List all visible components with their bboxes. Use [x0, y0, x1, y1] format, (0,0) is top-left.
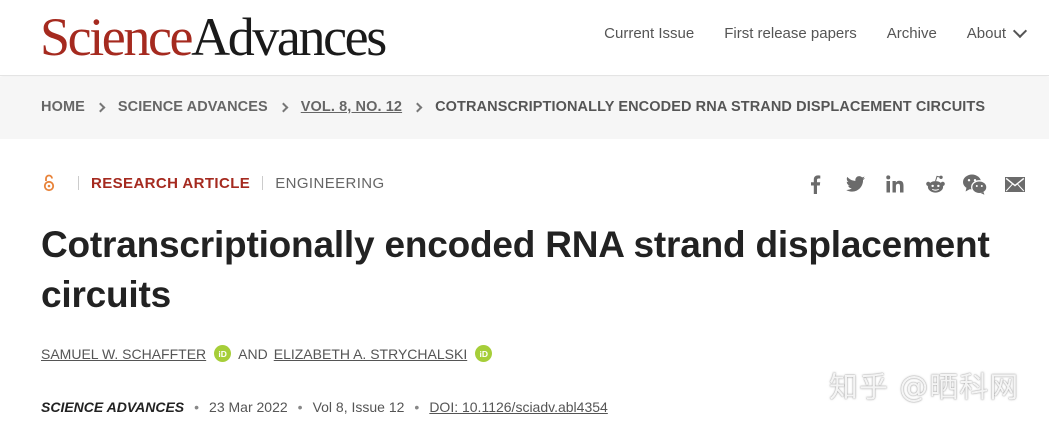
orcid-icon[interactable]: iD: [214, 345, 232, 362]
article-meta: RESEARCH ARTICLE ENGINEERING: [42, 174, 385, 192]
author-link[interactable]: SAMUEL W. SCHAFFTER: [41, 346, 206, 362]
separator-dot: •: [297, 399, 303, 415]
email-icon[interactable]: [995, 172, 1035, 196]
author-conjunction: AND: [238, 345, 268, 362]
wechat-icon[interactable]: [955, 172, 995, 196]
chevron-right-icon: [412, 102, 423, 112]
main-nav: Current Issue First release papers Archi…: [604, 23, 1028, 42]
breadcrumb-home[interactable]: HOME: [41, 99, 85, 115]
author-link[interactable]: ELIZABETH A. STRYCHALSKI: [274, 346, 467, 362]
volume-issue: Vol 8, Issue 12: [312, 399, 405, 415]
chevron-right-icon: [278, 102, 289, 112]
twitter-icon[interactable]: [835, 172, 875, 196]
open-access-icon: [43, 174, 55, 192]
share-toolbar: [795, 172, 1035, 196]
journal-name: SCIENCE ADVANCES: [41, 399, 185, 415]
logo-advances-text: Advances: [191, 7, 387, 67]
nav-archive[interactable]: Archive: [887, 25, 937, 42]
meta-divider: [262, 176, 264, 190]
orcid-icon[interactable]: iD: [475, 345, 493, 362]
article-subject[interactable]: ENGINEERING: [275, 175, 384, 192]
nav-about[interactable]: About: [966, 23, 1028, 42]
breadcrumb-band: HOME SCIENCE ADVANCES VOL. 8, NO. 12 COT…: [0, 77, 1049, 139]
publication-date: 23 Mar 2022: [209, 399, 288, 415]
separator-dot: •: [414, 399, 420, 415]
chevron-right-icon: [95, 102, 106, 112]
doi-link[interactable]: DOI: 10.1126/sciadv.abl4354: [429, 399, 608, 415]
nav-first-release-papers[interactable]: First release papers: [724, 25, 857, 42]
linkedin-icon[interactable]: [875, 172, 915, 196]
author-list: SAMUEL W. SCHAFFTER iD AND ELIZABETH A. …: [41, 345, 499, 362]
logo-science-text: Science: [40, 7, 194, 67]
site-header: ScienceAdvances Current Issue First rele…: [0, 0, 1049, 76]
meta-divider: [78, 176, 79, 190]
facebook-icon[interactable]: [795, 172, 835, 196]
zhihu-watermark: 知乎 @晒科网: [829, 370, 1020, 404]
breadcrumb-current: COTRANSCRIPTIONALLY ENCODED RNA STRAND D…: [435, 99, 986, 115]
article-type[interactable]: RESEARCH ARTICLE: [91, 175, 250, 192]
nav-about-label: About: [966, 25, 1006, 42]
breadcrumb: HOME SCIENCE ADVANCES VOL. 8, NO. 12 COT…: [41, 99, 985, 115]
nav-current-issue[interactable]: Current Issue: [604, 25, 694, 42]
publication-info: SCIENCE ADVANCES • 23 Mar 2022 • Vol 8, …: [41, 399, 608, 415]
breadcrumb-volume[interactable]: VOL. 8, NO. 12: [301, 99, 402, 115]
chevron-down-icon: [1012, 23, 1028, 39]
breadcrumb-science-advances[interactable]: SCIENCE ADVANCES: [118, 99, 268, 115]
science-advances-logo[interactable]: ScienceAdvances: [40, 7, 387, 67]
article-title: Cotranscriptionally encoded RNA strand d…: [41, 224, 990, 315]
separator-dot: •: [194, 399, 200, 415]
reddit-icon[interactable]: [915, 172, 955, 196]
